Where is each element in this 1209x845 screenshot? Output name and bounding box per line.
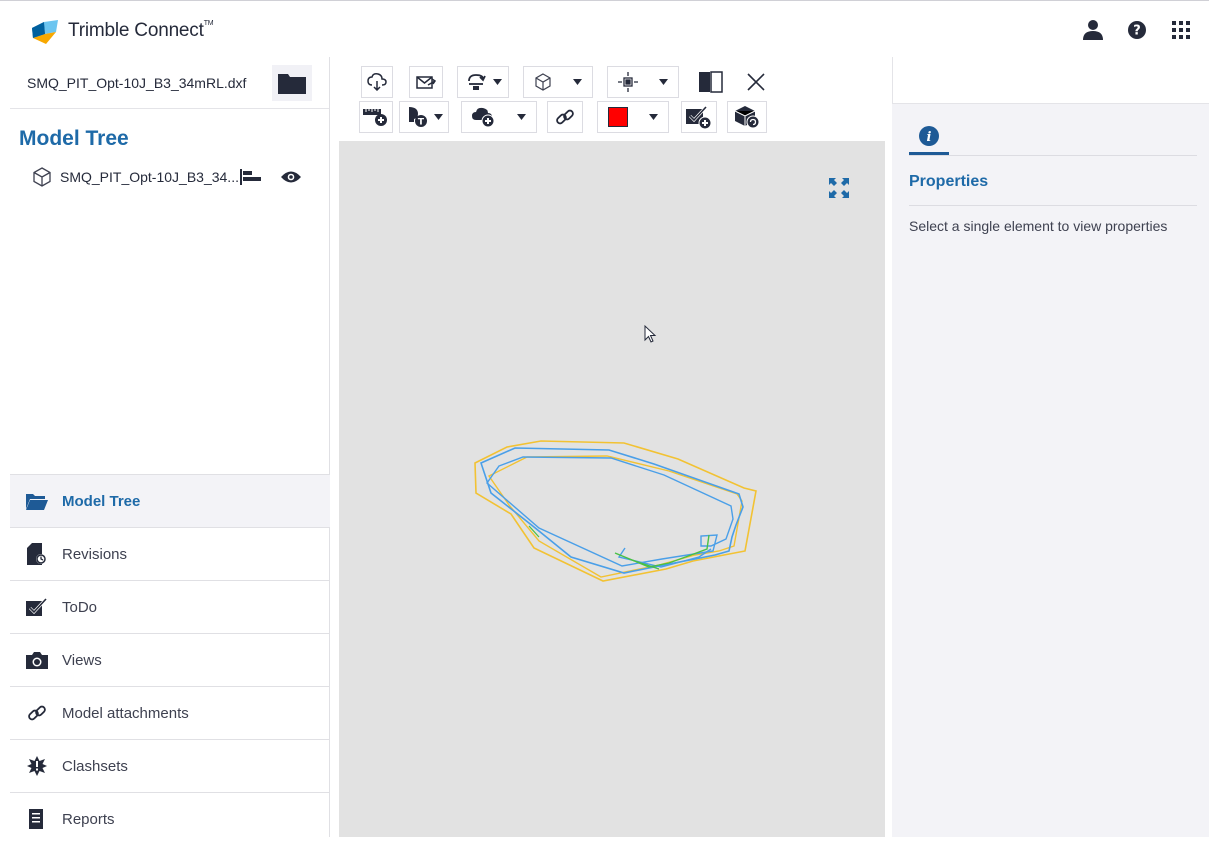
chevron-down-icon — [433, 114, 443, 120]
chevron-down-icon — [492, 79, 502, 85]
measure-button[interactable] — [359, 101, 393, 133]
revisions-icon — [26, 543, 48, 565]
folder-open-icon — [26, 490, 48, 512]
folder-button[interactable] — [272, 64, 312, 101]
chevron-down-icon — [648, 114, 658, 120]
properties-bars-icon[interactable] — [240, 169, 262, 185]
info-icon: i — [919, 126, 939, 146]
folder-icon — [278, 73, 306, 94]
visibility-eye-icon[interactable] — [280, 170, 302, 184]
todo-add-icon — [686, 105, 712, 129]
tab-info[interactable]: i — [909, 125, 949, 155]
link-button[interactable] — [547, 101, 583, 133]
tree-row[interactable]: SMQ_PIT_Opt-10J_B3_34... — [32, 162, 322, 192]
color-dropdown[interactable] — [597, 101, 669, 133]
brand-name: Trimble Connect — [68, 20, 204, 41]
camera-icon — [26, 649, 48, 671]
share-icon — [416, 76, 436, 89]
model-canvas[interactable] — [339, 141, 885, 837]
cube-icon — [33, 167, 51, 187]
model-button[interactable] — [727, 101, 767, 133]
nav-item-views[interactable]: Views — [10, 633, 330, 686]
divider — [909, 155, 1197, 156]
nav-item-todo[interactable]: ToDo — [10, 580, 330, 633]
nav-item-revisions[interactable]: Revisions — [10, 527, 330, 580]
divider — [909, 205, 1197, 206]
view-cube-dropdown[interactable] — [523, 66, 593, 98]
trimble-logo[interactable]: Trimble ConnectTM — [30, 16, 214, 46]
cloud-add-icon — [472, 107, 495, 128]
link-icon — [556, 109, 574, 125]
file-bar: SMQ_PIT_Opt-10J_B3_34mRL.dxf — [10, 57, 329, 109]
nav-label: Model Tree — [62, 492, 141, 510]
properties-title: Properties — [909, 173, 989, 190]
nav-item-reports[interactable]: Reports — [10, 792, 330, 845]
fit-icon — [618, 72, 639, 92]
share-button[interactable] — [409, 66, 443, 98]
rotate-dropdown[interactable] — [457, 66, 509, 98]
tree-item-label: SMQ_PIT_Opt-10J_B3_34... — [60, 169, 239, 185]
section-icon[interactable] — [697, 70, 725, 94]
fullscreen-icon[interactable] — [829, 178, 849, 198]
svg-text:?: ? — [1133, 24, 1141, 39]
nav-label: ToDo — [62, 598, 98, 616]
viewer-toolbar: T — [339, 57, 885, 141]
file-name: SMQ_PIT_Opt-10J_B3_34mRL.dxf — [27, 74, 247, 91]
nav-item-model-attachments[interactable]: Model attachments — [10, 686, 330, 739]
markup-dropdown[interactable]: T — [399, 101, 449, 133]
report-icon — [26, 808, 48, 830]
model-tree-title: Model Tree — [19, 127, 129, 150]
right-panel-top — [892, 57, 1209, 104]
pit-inner-blue — [486, 456, 734, 567]
close-icon[interactable] — [747, 73, 765, 91]
nav-item-model-tree[interactable]: Model Tree — [10, 474, 330, 527]
cloud-add-dropdown[interactable] — [461, 101, 537, 133]
link-icon — [26, 702, 48, 724]
todo-icon — [26, 596, 48, 618]
cube-icon — [535, 73, 551, 91]
svg-text:T: T — [417, 118, 424, 128]
markup-icon: T — [408, 107, 427, 128]
chevron-down-icon — [658, 79, 668, 85]
nav-label: Clashsets — [62, 757, 128, 775]
nav-item-clashsets[interactable]: Clashsets — [10, 739, 330, 792]
fit-view-dropdown[interactable] — [607, 66, 679, 98]
3d-viewer[interactable]: T — [339, 57, 885, 837]
chevron-down-icon — [572, 79, 582, 85]
trimble-logo-icon — [32, 20, 58, 44]
apps-grid-icon[interactable] — [1169, 18, 1193, 42]
rotate-icon — [467, 74, 486, 90]
nav-label: Reports — [62, 810, 115, 828]
color-swatch — [608, 107, 629, 127]
top-header: Trimble ConnectTM ? — [0, 0, 1209, 57]
properties-panel: i Properties Select a single element to … — [892, 57, 1209, 837]
cloud-icon — [367, 73, 387, 91]
add-todo-button[interactable] — [681, 101, 717, 133]
pit-ramp-green — [614, 534, 710, 568]
properties-message: Select a single element to view properti… — [909, 218, 1168, 234]
model-icon — [734, 106, 760, 129]
help-icon[interactable]: ? — [1125, 18, 1149, 42]
side-nav: Model Tree Revisions ToDo Views Model at… — [10, 474, 330, 845]
chevron-down-icon — [516, 114, 526, 120]
section-tools — [693, 66, 769, 98]
clash-icon — [26, 755, 48, 777]
user-icon[interactable] — [1081, 18, 1105, 42]
nav-label: Revisions — [62, 545, 128, 563]
mouse-cursor — [644, 324, 657, 343]
left-panel: SMQ_PIT_Opt-10J_B3_34mRL.dxf Model Tree … — [10, 57, 330, 837]
brand-trademark: TM — [203, 20, 214, 27]
nav-label: Model attachments — [62, 704, 189, 722]
nav-label: Views — [62, 651, 102, 669]
svg-text:i: i — [927, 130, 932, 145]
measure-icon — [363, 109, 387, 126]
cloud-sync-button[interactable] — [361, 66, 393, 98]
pit-outline-drawing — [474, 324, 757, 582]
